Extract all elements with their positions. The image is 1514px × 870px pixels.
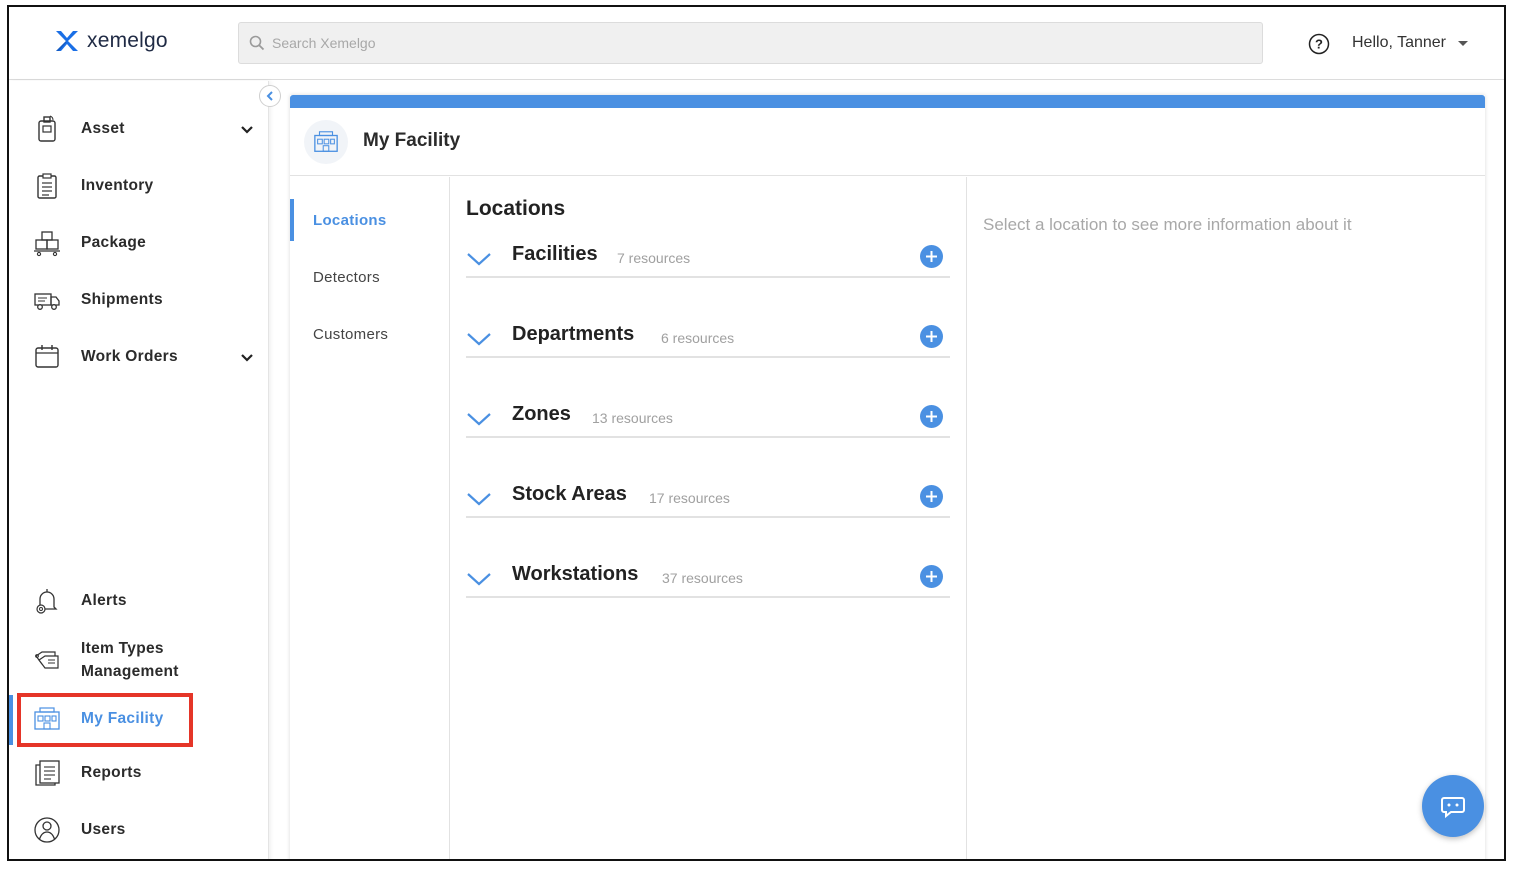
clipboard-icon — [37, 173, 57, 199]
sidebar-item-alerts[interactable]: Alerts — [9, 581, 269, 621]
detail-placeholder-text: Select a location to see more informatio… — [983, 215, 1352, 234]
sidebar-item-work-orders[interactable]: Work Orders — [9, 337, 269, 377]
reports-icon — [35, 760, 60, 786]
chat-support-button[interactable] — [1422, 775, 1484, 837]
sidebar-item-reports[interactable]: Reports — [9, 753, 269, 793]
chevron-down-icon[interactable] — [466, 250, 492, 268]
search-icon — [249, 35, 265, 51]
group-count: 37 resources — [662, 570, 743, 586]
location-group-stock-areas[interactable]: Stock Areas 17 resources — [466, 482, 950, 518]
user-greeting: Hello, Tanner — [1352, 34, 1446, 51]
user-menu[interactable]: Hello, Tanner — [1352, 34, 1468, 52]
chevron-down-icon[interactable] — [466, 490, 492, 508]
sidebar-item-label: Asset — [81, 120, 125, 137]
sidebar-item-label-line1: Item Types — [81, 640, 164, 657]
add-button[interactable] — [920, 325, 943, 348]
sidebar-item-inventory[interactable]: Inventory — [9, 166, 269, 206]
sidebar-item-label: Inventory — [81, 177, 154, 194]
sidebar-item-shipments[interactable]: Shipments — [9, 280, 269, 320]
facility-tabs: Locations Detectors Customers — [290, 177, 450, 859]
group-name: Departments — [512, 323, 635, 345]
location-detail-pane: Select a location to see more informatio… — [968, 177, 1485, 859]
xemelgo-logo-icon — [56, 31, 78, 51]
svg-text:?: ? — [1315, 37, 1323, 52]
plus-icon — [926, 491, 937, 502]
panel-accent-bar — [290, 95, 1485, 108]
sidebar-item-package[interactable]: Package — [9, 223, 269, 263]
chevron-down-icon[interactable] — [466, 410, 492, 428]
group-count: 7 resources — [617, 250, 691, 266]
chevron-down-icon[interactable] — [239, 122, 255, 138]
list-title: Locations — [466, 197, 566, 220]
sidebar-collapse-button[interactable] — [259, 85, 281, 107]
facility-badge — [304, 120, 348, 164]
sidebar-item-users[interactable]: Users — [9, 810, 269, 850]
page-title: My Facility — [363, 130, 461, 151]
truck-icon — [34, 293, 60, 310]
tab-customers[interactable]: Customers — [313, 326, 388, 343]
asset-tag-icon — [38, 115, 56, 142]
facility-icon — [314, 131, 338, 152]
tab-active-indicator — [290, 199, 294, 241]
add-button[interactable] — [920, 405, 943, 428]
top-header: xemelgo ? Hello, Tanner — [9, 7, 1504, 80]
sidebar-item-label: Shipments — [81, 291, 163, 308]
chevron-down-icon[interactable] — [466, 570, 492, 588]
highlight-annotation — [17, 693, 193, 747]
sidebar-item-label-line2: Management — [81, 663, 179, 680]
sidebar-item-label: Package — [81, 234, 147, 251]
chevron-down-icon[interactable] — [466, 330, 492, 348]
plus-icon — [926, 571, 937, 582]
sidebar-item-label: Work Orders — [81, 348, 178, 365]
group-name: Zones — [512, 403, 571, 425]
group-name: Workstations — [512, 563, 639, 585]
group-name: Stock Areas — [512, 483, 627, 505]
sidebar-item-label: Alerts — [81, 592, 127, 609]
sidebar-item-item-types-management[interactable]: Item Types Management — [9, 635, 269, 685]
plus-icon — [926, 411, 937, 422]
chevron-down-icon[interactable] — [239, 350, 255, 366]
add-button[interactable] — [920, 565, 943, 588]
add-button[interactable] — [920, 485, 943, 508]
sidebar-item-asset[interactable]: Asset — [9, 109, 269, 149]
locations-list: Locations Facilities 7 resources Departm… — [451, 177, 967, 859]
group-count: 17 resources — [649, 490, 730, 506]
brand-name: xemelgo — [87, 29, 168, 52]
location-group-zones[interactable]: Zones 13 resources — [466, 402, 950, 438]
tab-locations[interactable]: Locations — [313, 212, 387, 229]
sidebar-item-label: Users — [81, 821, 126, 838]
location-group-departments[interactable]: Departments 6 resources — [466, 322, 950, 358]
calendar-icon — [35, 345, 59, 368]
sidebar: Asset Inventory Package Shipments Work O… — [9, 81, 269, 859]
search-input[interactable] — [272, 35, 1172, 51]
user-circle-icon — [34, 817, 60, 843]
caret-down-icon — [1457, 40, 1468, 46]
app-window: xemelgo ? Hello, Tanner — [7, 5, 1506, 861]
plus-icon — [926, 251, 937, 262]
sidebar-item-label: Reports — [81, 764, 142, 781]
group-count: 13 resources — [592, 410, 673, 426]
add-button[interactable] — [920, 245, 943, 268]
location-group-workstations[interactable]: Workstations 37 resources — [466, 562, 950, 598]
plus-icon — [926, 331, 937, 342]
bell-gear-icon — [36, 589, 58, 614]
brand-logo[interactable]: xemelgo — [55, 29, 168, 53]
chat-bubble-icon — [1441, 797, 1465, 819]
tab-detectors[interactable]: Detectors — [313, 269, 380, 286]
chevron-left-icon — [266, 91, 273, 101]
boxes-icon — [34, 231, 60, 257]
location-group-facilities[interactable]: Facilities 7 resources — [466, 242, 950, 278]
group-count: 6 resources — [661, 330, 735, 346]
panel-header: My Facility — [290, 108, 1485, 176]
question-circle-icon[interactable]: ? — [1308, 33, 1330, 55]
facility-panel: My Facility Locations Detectors Customer… — [290, 95, 1485, 859]
tags-icon — [35, 651, 59, 669]
search-bar[interactable] — [238, 22, 1263, 64]
group-name: Facilities — [512, 243, 598, 265]
